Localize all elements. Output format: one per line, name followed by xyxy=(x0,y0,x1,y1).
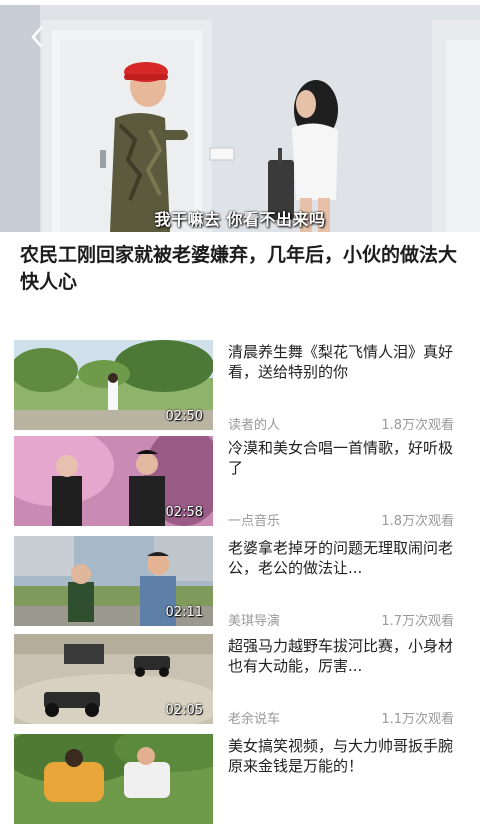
video-duration: 02:11 xyxy=(165,605,203,620)
video-thumbnail[interactable]: 02:11 xyxy=(14,536,213,626)
related-video-title[interactable]: 超强马力越野车拔河比赛，小身材也有大动能，厉害... xyxy=(228,636,454,676)
channel-name[interactable]: 老余说车 xyxy=(228,708,280,727)
video-thumbnail[interactable]: 02:58 xyxy=(14,436,213,526)
channel-name[interactable]: 美琪导演 xyxy=(228,610,280,629)
related-video-title[interactable]: 美女搞笑视频，与大力帅哥扳手腕原来金钱是万能的！ xyxy=(228,736,454,776)
video-subtitle: 我干嘛去 你看不出来吗 xyxy=(154,210,326,229)
channel-name[interactable]: 读者的人 xyxy=(228,414,280,433)
video-duration: 02:05 xyxy=(165,703,203,718)
video-player[interactable]: 我干嘛去 你看不出来吗 xyxy=(0,0,480,232)
video-thumbnail[interactable]: 02:05 xyxy=(14,634,213,724)
related-video-item[interactable]: 美女搞笑视频，与大力帅哥扳手腕原来金钱是万能的！ xyxy=(0,734,480,828)
thumbnail-image xyxy=(14,734,213,824)
view-count: 1.7万次观看 xyxy=(381,614,454,629)
video-meta: 一点音乐 1.8万次观看 xyxy=(228,510,454,529)
view-count: 1.8万次观看 xyxy=(381,418,454,433)
video-duration: 02:50 xyxy=(165,409,203,424)
video-meta: 美琪导演 1.7万次观看 xyxy=(228,610,454,629)
video-frame xyxy=(0,0,480,232)
video-meta: 老余说车 1.1万次观看 xyxy=(228,708,454,727)
view-count: 1.1万次观看 xyxy=(381,712,454,727)
related-video-item[interactable]: 02:05 超强马力越野车拔河比赛，小身材也有大动能，厉害... 老余说车 1.… xyxy=(0,634,480,728)
related-video-title[interactable]: 冷漠和美女合唱一首情歌，好听极了 xyxy=(228,438,454,478)
chevron-left-icon xyxy=(30,26,44,52)
related-video-item[interactable]: 02:11 老婆拿老掉牙的问题无理取闹问老公，老公的做法让... 美琪导演 1.… xyxy=(0,536,480,630)
video-thumbnail[interactable]: 02:50 xyxy=(14,340,213,430)
view-count: 1.8万次观看 xyxy=(381,514,454,529)
related-video-item[interactable]: 02:58 冷漠和美女合唱一首情歌，好听极了 一点音乐 1.8万次观看 xyxy=(0,436,480,530)
related-video-title[interactable]: 清晨养生舞《梨花飞情人泪》真好看，送给特别的你 xyxy=(228,342,454,382)
status-strip xyxy=(0,0,480,5)
video-meta: 读者的人 1.8万次观看 xyxy=(228,414,454,433)
video-thumbnail[interactable] xyxy=(14,734,213,824)
video-title: 农民工刚回家就被老婆嫌弃，几年后，小伙的做法大快人心 xyxy=(20,244,458,293)
related-video-item[interactable]: 02:50 清晨养生舞《梨花飞情人泪》真好看，送给特别的你 读者的人 1.8万次… xyxy=(0,340,480,434)
back-button[interactable] xyxy=(22,22,52,56)
video-duration: 02:58 xyxy=(165,505,203,520)
related-video-title[interactable]: 老婆拿老掉牙的问题无理取闹问老公，老公的做法让... xyxy=(228,538,454,578)
channel-name[interactable]: 一点音乐 xyxy=(228,510,280,529)
